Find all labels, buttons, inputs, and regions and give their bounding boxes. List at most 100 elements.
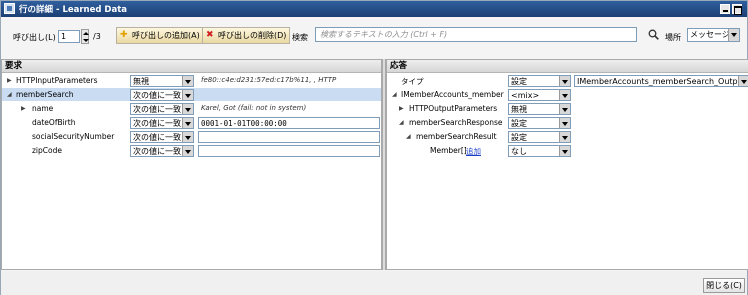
add-call-icon: ✚	[120, 30, 128, 40]
request-row-name: zipCode	[32, 146, 62, 155]
search-icon[interactable]	[648, 29, 659, 40]
add-member-link[interactable]: 追加	[466, 146, 481, 157]
learned-data-window: 行の詳細 - Learned Data 呼び出し(L) 1 /3 ✚ 呼び出しの…	[0, 0, 748, 295]
request-row[interactable]: dateOfBirth 次の値に一致 0001-01-01T00:00:00	[2, 116, 381, 129]
response-row-name: memberSearchResult	[416, 132, 497, 141]
mode-select[interactable]: <mix>	[508, 89, 571, 101]
title-bar: 行の詳細 - Learned Data	[1, 1, 747, 17]
type-select[interactable]: IMemberAccounts_memberSearch_Output	[574, 75, 748, 87]
search-label: 検索	[292, 33, 308, 42]
request-row-value: Karel, Got (fail: not in system)	[201, 104, 307, 112]
match-select[interactable]: 次の値に一致	[130, 103, 194, 115]
chevron-down-icon	[182, 104, 193, 114]
mode-value: 無視	[511, 105, 527, 114]
chevron-down-icon	[559, 132, 570, 142]
ssn-input[interactable]	[198, 131, 380, 143]
response-row[interactable]: タイプ 設定 IMemberAccounts_memberSearch_Outp…	[387, 74, 748, 87]
chevron-down-icon	[559, 104, 570, 114]
location-label: 場所	[665, 33, 681, 42]
response-row-name: Member[]	[430, 146, 467, 155]
mode-select[interactable]: なし	[508, 145, 571, 157]
request-row-name: name	[32, 104, 54, 113]
add-call-button[interactable]: ✚ 呼び出しの追加(A)	[116, 27, 204, 44]
chevron-down-icon	[559, 90, 570, 100]
request-row-name: HTTPInputParameters	[16, 76, 98, 85]
mode-value: <mix>	[511, 91, 540, 100]
request-row[interactable]: socialSecurityNumber 次の値に一致	[2, 130, 381, 143]
match-select[interactable]: 次の値に一致	[130, 89, 194, 101]
chevron-down-icon	[182, 90, 193, 100]
match-value: 次の値に一致	[133, 119, 181, 128]
location-select[interactable]: メッセージ	[687, 28, 740, 42]
response-row[interactable]: ▶ HTTPOutputParameters 無視	[387, 102, 748, 115]
request-row-name: memberSearch	[16, 90, 74, 99]
response-row[interactable]: ◢ memberSearchResult 設定	[387, 130, 748, 143]
date-of-birth-input[interactable]: 0001-01-01T00:00:00	[198, 117, 380, 129]
window-title: 行の詳細 - Learned Data	[19, 5, 128, 15]
response-row-name: memberSearchResponse	[409, 118, 503, 127]
expand-arrow-icon[interactable]: ▶	[7, 77, 12, 84]
collapse-arrow-icon[interactable]: ◢	[399, 119, 404, 126]
response-row[interactable]: ◢ memberSearchResponse 設定	[387, 116, 748, 129]
match-value: 次の値に一致	[133, 147, 181, 156]
chevron-down-icon	[182, 146, 193, 156]
expand-arrow-icon[interactable]: ▶	[21, 105, 26, 112]
response-row[interactable]: ◢ IMemberAccounts_member <mix>	[387, 88, 748, 101]
request-panel: 要求 ▶ HTTPInputParameters 無視 fe80::c4e:d2…	[1, 59, 382, 270]
response-header: 応答	[387, 60, 748, 73]
call-index-spinner[interactable]	[81, 29, 89, 44]
mode-value: 設定	[511, 133, 527, 142]
collapse-arrow-icon[interactable]: ◢	[7, 91, 12, 98]
chevron-down-icon	[738, 76, 748, 86]
delete-call-label: 呼び出しの削除(D)	[218, 31, 287, 40]
chevron-down-icon	[559, 76, 570, 86]
collapse-arrow-icon[interactable]: ◢	[392, 91, 397, 98]
match-value: 次の値に一致	[133, 105, 181, 114]
call-index-input[interactable]: 1	[58, 30, 80, 43]
expand-arrow-icon[interactable]: ▶	[399, 105, 404, 112]
request-row-name: dateOfBirth	[32, 118, 76, 127]
response-row-name: タイプ	[401, 77, 424, 86]
chevron-down-icon	[182, 76, 193, 86]
bottom-bar	[1, 271, 747, 295]
window-icon	[4, 3, 15, 14]
close-button[interactable]: 閉じる(C)	[703, 278, 745, 293]
response-panel: 応答 タイプ 設定 IMemberAccounts_memberSearch_O…	[386, 59, 748, 270]
match-select[interactable]: 無視	[130, 75, 194, 87]
delete-call-button[interactable]: ✖ 呼び出しの削除(D)	[202, 27, 291, 44]
match-select[interactable]: 次の値に一致	[130, 131, 194, 143]
mode-value: なし	[511, 147, 527, 156]
zip-code-input[interactable]	[198, 145, 380, 157]
response-row-name: IMemberAccounts_member	[401, 90, 504, 99]
response-row[interactable]: Member[] 追加 なし	[387, 144, 748, 157]
request-row-selected[interactable]: ◢ memberSearch 次の値に一致	[2, 88, 381, 101]
mode-value: 設定	[511, 119, 527, 128]
request-row[interactable]: ▶ HTTPInputParameters 無視 fe80::c4e:d231:…	[2, 74, 381, 87]
request-row-name: socialSecurityNumber	[32, 132, 115, 141]
call-total: /3	[93, 32, 101, 41]
minimize-button[interactable]	[720, 4, 730, 14]
delete-call-icon: ✖	[206, 30, 214, 40]
mode-value: 設定	[511, 77, 527, 86]
chevron-down-icon	[182, 118, 193, 128]
mode-select[interactable]: 設定	[508, 75, 571, 87]
match-value: 次の値に一致	[133, 133, 181, 142]
match-select[interactable]: 次の値に一致	[130, 117, 194, 129]
match-select[interactable]: 次の値に一致	[130, 145, 194, 157]
collapse-arrow-icon[interactable]: ◢	[406, 133, 411, 140]
chevron-down-icon	[728, 29, 739, 41]
mode-select[interactable]: 設定	[508, 131, 571, 143]
chevron-down-icon	[182, 132, 193, 142]
location-value: メッセージ	[690, 30, 730, 39]
request-row[interactable]: ▶ name 次の値に一致 Karel, Got (fail: not in s…	[2, 102, 381, 115]
match-value: 無視	[133, 77, 149, 86]
mode-select[interactable]: 無視	[508, 103, 571, 115]
chevron-down-icon	[559, 146, 570, 156]
call-label: 呼び出し(L)	[13, 33, 56, 42]
request-row[interactable]: zipCode 次の値に一致	[2, 144, 381, 157]
mode-select[interactable]: 設定	[508, 117, 571, 129]
search-input[interactable]: 検索するテキストの入力 (Ctrl + F)	[315, 27, 637, 42]
maximize-button[interactable]	[732, 4, 742, 15]
request-header: 要求	[2, 60, 381, 73]
type-value: IMemberAccounts_memberSearch_Output	[577, 77, 746, 86]
